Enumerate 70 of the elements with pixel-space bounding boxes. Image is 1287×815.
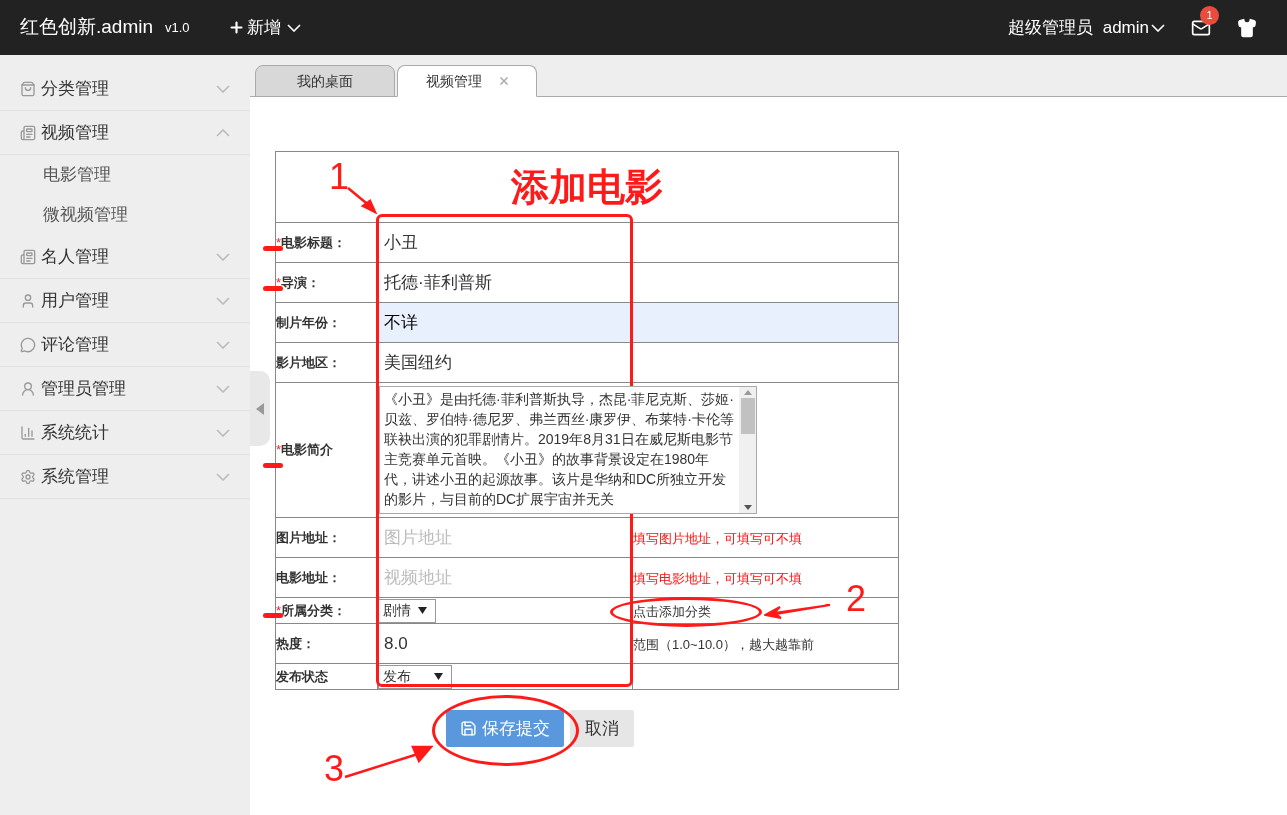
- sidebar-item[interactable]: 分类管理: [0, 67, 250, 111]
- collapse-handle[interactable]: [250, 371, 270, 446]
- scrollbar[interactable]: [739, 387, 756, 513]
- sidebar-item[interactable]: 视频管理: [0, 111, 250, 155]
- sidebar-item[interactable]: 系统统计: [0, 411, 250, 455]
- cancel-button[interactable]: 取消: [570, 710, 634, 747]
- add-menu[interactable]: 新增: [227, 14, 301, 41]
- version-label: v1.0: [165, 18, 190, 37]
- form-title: 添加电影: [511, 165, 663, 208]
- field-label: 热度：: [276, 635, 315, 651]
- field-label: *所属分类：: [276, 602, 347, 618]
- field-label: 电影地址：: [276, 569, 341, 585]
- user-menu[interactable]: admin: [1102, 14, 1165, 41]
- chart-icon: [20, 424, 36, 441]
- chevron-icon: [216, 296, 230, 305]
- chevron-icon: [216, 384, 230, 393]
- document-icon: [20, 124, 36, 141]
- plus-icon: [227, 19, 245, 36]
- hint-text: 填写电影地址，可填写可不填: [633, 570, 802, 586]
- user-icon: [20, 380, 36, 397]
- add-category-link[interactable]: 点击添加分类: [633, 603, 711, 619]
- annotation-number: 1: [329, 157, 350, 197]
- tab[interactable]: 我的桌面: [255, 65, 395, 97]
- chevron-icon: [216, 340, 230, 349]
- chevron-icon: [286, 23, 301, 32]
- chat-icon: [20, 336, 36, 353]
- scroll-down-icon: [743, 505, 752, 510]
- sidebar-item[interactable]: 名人管理: [0, 235, 250, 279]
- dropdown-icon: [434, 673, 443, 680]
- field-label: 发布状态: [276, 668, 328, 684]
- chevron-icon: [216, 252, 230, 261]
- field-label: *电影标题：: [276, 234, 347, 250]
- select-dropdown[interactable]: 剧情: [378, 598, 436, 623]
- notification-badge: 1: [1200, 5, 1219, 25]
- field-label: 制片年份：: [276, 314, 341, 330]
- dropdown-icon: [418, 607, 427, 614]
- user-icon: [20, 292, 36, 309]
- bag-icon: [20, 80, 36, 97]
- sidebar-subitem[interactable]: 微视频管理: [0, 195, 250, 235]
- annotation-arrow: [764, 603, 832, 619]
- collapse-icon: [256, 402, 264, 415]
- chevron-icon: [216, 472, 230, 481]
- brand-logo: 红色创新.admin: [20, 15, 154, 40]
- hint-text: 范围（1.0~10.0），越大越靠前: [633, 636, 814, 652]
- field-label: *电影简介: [276, 442, 334, 458]
- shirt-icon[interactable]: [1237, 17, 1257, 38]
- annotation-mark: [263, 463, 283, 469]
- field-label: 影片地区：: [276, 354, 341, 370]
- field-label: 图片地址：: [276, 529, 341, 545]
- chevron-icon: [216, 428, 230, 437]
- hint-text: 填写图片地址，可填写可不填: [633, 530, 802, 546]
- sidebar-subitem[interactable]: 电影管理: [0, 155, 250, 195]
- chevron-icon: [216, 128, 230, 137]
- annotation-arrow: [347, 187, 377, 214]
- settings-icon: [20, 468, 36, 485]
- user-role: 超级管理员: [1007, 16, 1093, 39]
- annotation-number: 2: [846, 579, 867, 619]
- scroll-up-icon: [743, 390, 752, 395]
- sidebar-item[interactable]: 系统管理: [0, 455, 250, 499]
- scrollbar-thumb[interactable]: [740, 398, 755, 434]
- field-label: *导演：: [276, 274, 321, 290]
- close-icon[interactable]: [500, 77, 508, 85]
- chevron-icon: [216, 84, 230, 93]
- save-icon: [460, 720, 477, 737]
- annotation-number: 3: [324, 749, 345, 789]
- chevron-icon: [1151, 23, 1165, 32]
- sidebar-item[interactable]: 评论管理: [0, 323, 250, 367]
- document-icon: [20, 248, 36, 265]
- sidebar-item[interactable]: 用户管理: [0, 279, 250, 323]
- tab[interactable]: 视频管理: [397, 65, 537, 97]
